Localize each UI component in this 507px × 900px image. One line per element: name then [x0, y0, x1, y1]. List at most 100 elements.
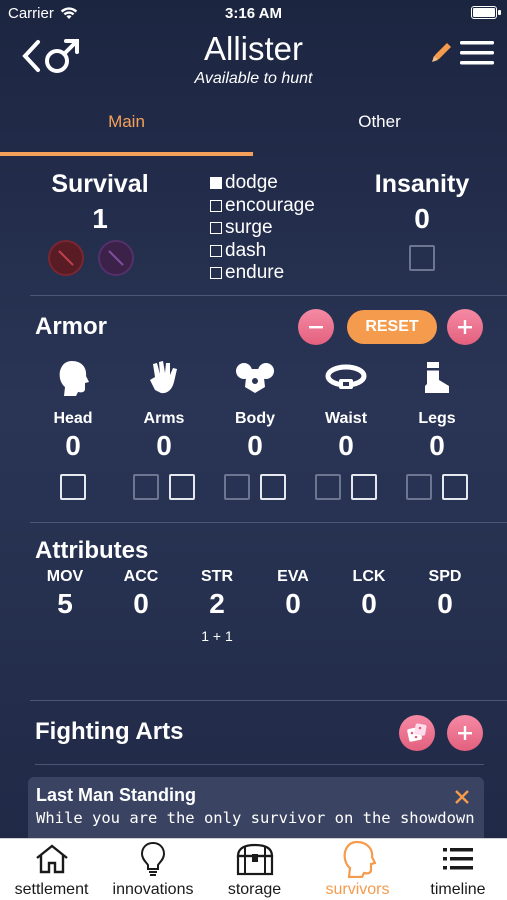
armor-decrement-button[interactable] [298, 309, 334, 345]
checkbox[interactable] [210, 267, 222, 280]
attribute-str: STR 2 1 + 1 [187, 568, 247, 644]
attribute-value[interactable]: 0 [415, 588, 475, 620]
tab-label: survivors [325, 881, 390, 898]
gauntlet-icon [150, 361, 177, 394]
tab-survivors[interactable]: survivors [306, 839, 409, 900]
attribute-value[interactable]: 0 [263, 588, 323, 620]
action-label: endure [225, 262, 285, 283]
armor-slot-waist: Waist 0 [306, 358, 386, 500]
armor-title: Armor [35, 313, 108, 340]
attribute-value[interactable]: 2 [187, 588, 247, 620]
attribute-eva: EVA 0 [263, 568, 323, 628]
insanity-value[interactable]: 0 [360, 203, 484, 235]
survival-section: Survival 1 [30, 170, 170, 290]
light-injury-checkbox[interactable] [224, 474, 250, 500]
bottom-tab-bar: settlement innovations storage survivors… [0, 838, 507, 900]
checkbox[interactable] [210, 222, 222, 235]
survival-actions: dodge encourage surge dash endure [210, 172, 315, 285]
light-injury-checkbox[interactable] [315, 474, 341, 500]
armor-increment-button[interactable] [447, 309, 483, 345]
plus-icon [458, 320, 472, 334]
tab-label: storage [227, 881, 282, 898]
survival-status-icons [48, 240, 158, 280]
heavy-injury-checkbox[interactable] [351, 474, 377, 500]
armor-slot-value[interactable]: 0 [397, 430, 477, 462]
survivor-status: Available to hunt [194, 70, 313, 87]
tab-other[interactable]: Other [253, 100, 506, 158]
attribute-note: 1 + 1 [201, 628, 233, 644]
status-bar: Carrier 3:16 AM [0, 0, 507, 26]
attribute-mov: MOV 5 [35, 568, 95, 628]
tab-innovations[interactable]: innovations [103, 839, 203, 900]
checkbox[interactable] [210, 199, 222, 212]
attribute-value[interactable]: 0 [111, 588, 171, 620]
battery-icon [471, 6, 501, 19]
survival-action-surge[interactable]: surge [210, 217, 315, 240]
attribute-value[interactable]: 0 [339, 588, 399, 620]
pencil-icon[interactable] [428, 38, 456, 66]
tab-main[interactable]: Main [0, 100, 253, 158]
heavy-injury-checkbox[interactable] [442, 474, 468, 500]
plus-icon [458, 726, 472, 740]
list-icon [443, 848, 473, 870]
remove-fighting-art-button[interactable] [454, 785, 470, 811]
survival-value[interactable]: 1 [30, 203, 170, 235]
armor-slot-value[interactable]: 0 [124, 430, 204, 462]
tab-storage[interactable]: storage [203, 839, 306, 900]
light-injury-checkbox[interactable] [133, 474, 159, 500]
heavy-injury-checkbox[interactable] [169, 474, 195, 500]
armor-slot-value[interactable]: 0 [215, 430, 295, 462]
insanity-checkbox[interactable] [409, 245, 435, 271]
survival-action-dash[interactable]: dash [210, 240, 315, 263]
add-fighting-art-button[interactable] [447, 715, 483, 751]
armor-slot-label: Body [235, 410, 275, 427]
survival-action-encourage[interactable]: encourage [210, 195, 315, 218]
head-icon [59, 361, 89, 396]
survival-action-dodge[interactable]: dodge [210, 172, 315, 195]
attribute-label: LCK [352, 568, 386, 585]
tab-bar-top: Main Other [0, 100, 507, 158]
menu-icon[interactable] [458, 38, 496, 68]
clock: 3:16 AM [225, 5, 282, 22]
chest-armor-icon [236, 363, 274, 393]
chest-icon [236, 843, 273, 876]
attribute-label: STR [201, 568, 233, 585]
dice-icon [407, 723, 427, 742]
armor-slot-label: Legs [418, 410, 456, 427]
armor-slot-head: Head 0 [33, 358, 113, 500]
insanity-label: Insanity [374, 170, 470, 198]
armor-slot-legs: Legs 0 [397, 358, 477, 500]
heavy-injury-checkbox[interactable] [60, 474, 86, 500]
attribute-label: ACC [123, 568, 159, 585]
armor-slot-label: Head [53, 410, 93, 427]
armor-slot-arms: Arms 0 [124, 358, 204, 500]
attribute-value[interactable]: 5 [35, 588, 95, 620]
checkbox[interactable] [210, 244, 222, 257]
light-injury-checkbox[interactable] [406, 474, 432, 500]
fighting-arts-title: Fighting Arts [35, 718, 184, 745]
action-label: dash [225, 239, 267, 261]
insanity-section: Insanity 0 [360, 170, 484, 276]
armor-slot-body: Body 0 [215, 358, 295, 500]
armor-slot-label: Waist [324, 410, 368, 427]
fighting-art-card[interactable]: Last Man Standing While you are the only… [28, 777, 484, 847]
attributes-title: Attributes [35, 537, 149, 564]
attribute-lck: LCK 0 [339, 568, 399, 628]
action-label: surge [225, 217, 273, 238]
tab-timeline[interactable]: timeline [409, 839, 507, 900]
cannot-use-fighting-arts-icon[interactable] [98, 240, 134, 276]
tab-settlement[interactable]: settlement [0, 839, 103, 900]
fighting-art-name: Last Man Standing [36, 785, 197, 805]
fighting-art-description: While you are the only survivor on the s… [36, 809, 475, 827]
armor-slot-value[interactable]: 0 [33, 430, 113, 462]
cannot-spend-survival-icon[interactable] [48, 240, 84, 276]
divider [30, 295, 507, 296]
checkbox[interactable] [210, 177, 222, 190]
armor-slot-value[interactable]: 0 [306, 430, 386, 462]
attribute-acc: ACC 0 [111, 568, 171, 628]
survival-action-endure[interactable]: endure [210, 262, 315, 285]
armor-reset-button[interactable]: RESET [347, 310, 437, 344]
attribute-label: SPD [428, 568, 462, 585]
random-fighting-art-button[interactable] [399, 715, 435, 751]
heavy-injury-checkbox[interactable] [260, 474, 286, 500]
